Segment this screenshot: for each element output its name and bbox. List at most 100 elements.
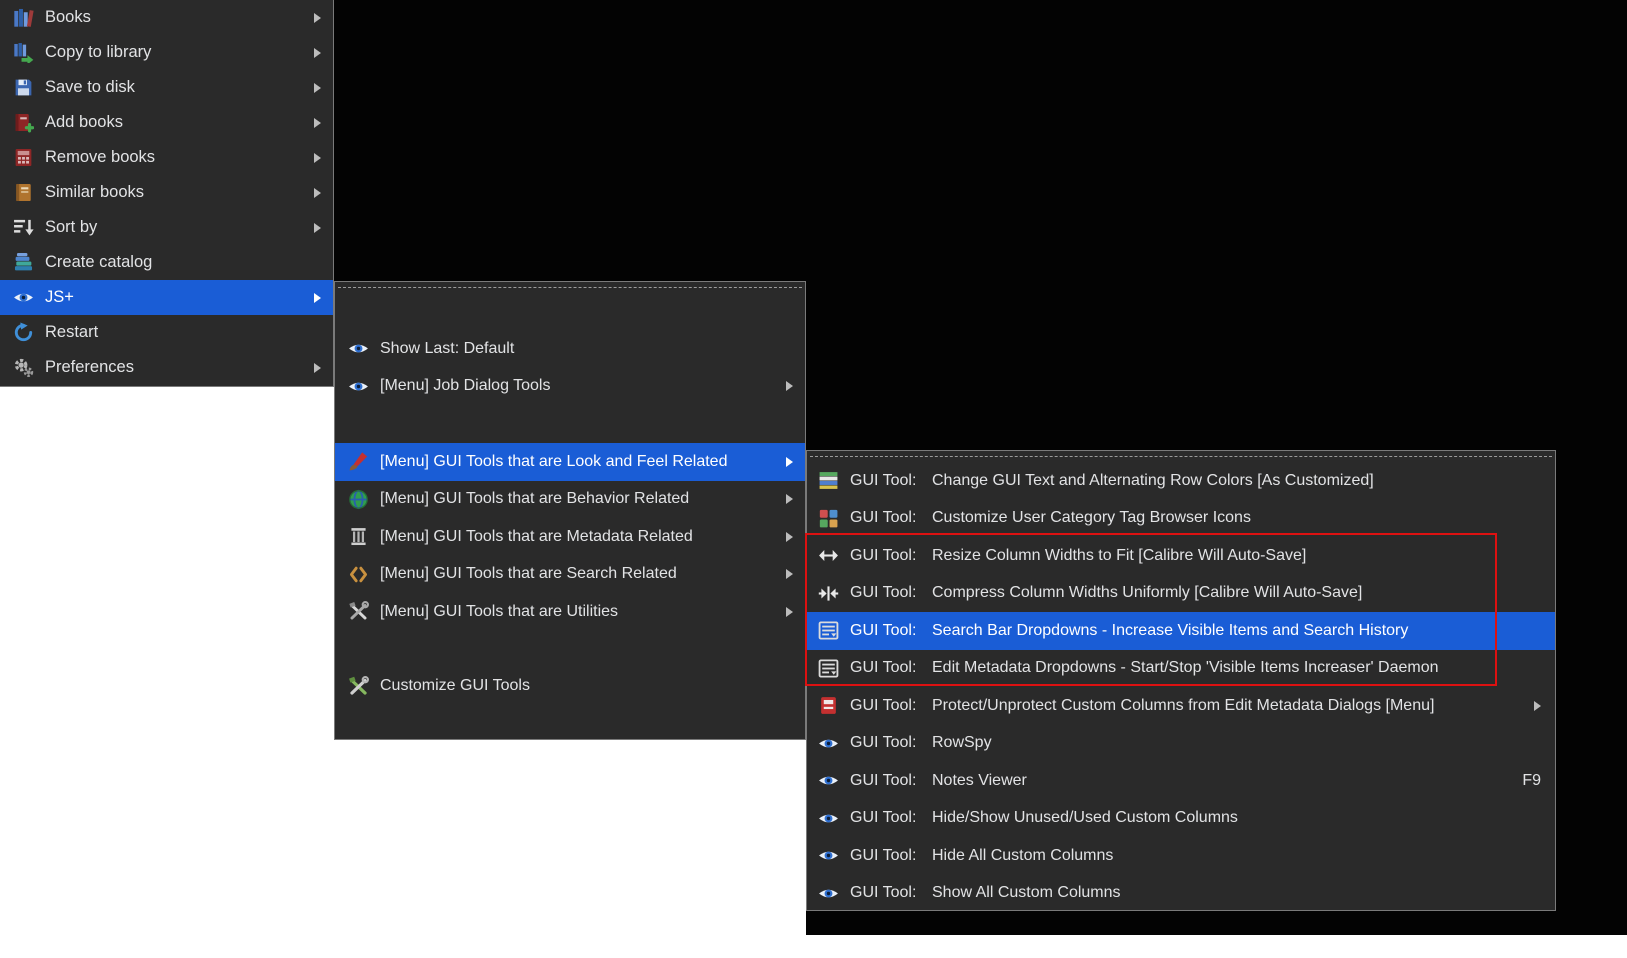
menu-item-notes-viewer[interactable]: GUI Tool: Notes Viewer F9 <box>807 762 1555 800</box>
gui-tool-prefix: GUI Tool: <box>850 884 917 902</box>
menu-item-preferences[interactable]: Preferences <box>0 350 333 385</box>
menu-item-label: JS+ <box>45 288 74 306</box>
menu-item-label: Compress Column Widths Uniformly [Calibr… <box>932 584 1363 602</box>
menu-item-label: Search Bar Dropdowns - Increase Visible … <box>932 621 1409 639</box>
menu-item-label: Notes Viewer <box>932 771 1027 789</box>
gui-tool-prefix: GUI Tool: <box>850 584 917 602</box>
menu-item-jsplus[interactable]: JS+ <box>0 280 333 315</box>
submenu-arrow-icon <box>314 82 321 93</box>
dropdown-list-icon <box>817 657 839 679</box>
preferences-gears-icon <box>12 357 34 379</box>
gui-tool-prefix: GUI Tool: <box>850 696 917 714</box>
menu-item-label: Hide All Custom Columns <box>932 846 1114 864</box>
gui-tool-prefix: GUI Tool: <box>850 621 917 639</box>
menu-item-copy-to-library[interactable]: Copy to library <box>0 35 333 70</box>
save-to-disk-icon <box>12 77 34 99</box>
menu-item-show-last-default[interactable]: Show Last: Default <box>335 330 805 368</box>
menu-item-save-to-disk[interactable]: Save to disk <box>0 70 333 105</box>
menu-item-label: RowSpy <box>932 734 992 752</box>
gui-tool-prefix: GUI Tool: <box>850 734 917 752</box>
submenu-arrow-icon <box>314 222 321 233</box>
gui-tool-prefix: GUI Tool: <box>850 509 917 527</box>
crossed-tools-icon <box>347 601 369 623</box>
menu-separator <box>335 631 805 668</box>
menu-item-label: Change GUI Text and Alternating Row Colo… <box>932 471 1374 489</box>
menu-item-books[interactable]: Books <box>0 0 333 35</box>
menu-item-edit-metadata-dropdowns[interactable]: GUI Tool: Edit Metadata Dropdowns - Star… <box>807 650 1555 688</box>
eye-icon <box>347 338 369 360</box>
submenu-arrow-icon <box>314 152 321 163</box>
submenu-arrow-icon <box>786 606 793 617</box>
menu-item-label: Books <box>45 8 91 26</box>
menu-item-label: [Menu] GUI Tools that are Search Related <box>380 565 677 583</box>
eye-icon <box>347 375 369 397</box>
create-catalog-icon <box>12 252 34 274</box>
menu-item-protect-custom-columns[interactable]: GUI Tool: Protect/Unprotect Custom Colum… <box>807 687 1555 725</box>
menu-item-label: [Menu] GUI Tools that are Behavior Relat… <box>380 490 690 508</box>
menu-item-hide-show-unused-columns[interactable]: GUI Tool: Hide/Show Unused/Used Custom C… <box>807 800 1555 838</box>
menu-item-label: Resize Column Widths to Fit [Calibre Wil… <box>932 546 1307 564</box>
menu-item-label: Restart <box>45 323 99 341</box>
menu-item-restart[interactable]: Restart <box>0 315 333 350</box>
menu-item-create-catalog[interactable]: Create catalog <box>0 245 333 280</box>
shortcut-label: F9 <box>1522 771 1541 789</box>
customize-tools-icon <box>347 675 369 697</box>
menu-item-gui-tools-search[interactable]: [Menu] GUI Tools that are Search Related <box>335 556 805 594</box>
protect-columns-icon <box>817 695 839 717</box>
menu-item-gui-tools-look-and-feel[interactable]: [Menu] GUI Tools that are Look and Feel … <box>335 443 805 481</box>
menu-gap <box>335 288 805 330</box>
menu-item-similar-books[interactable]: Similar books <box>0 175 333 210</box>
submenu-arrow-icon <box>1534 700 1541 711</box>
menu-item-job-dialog-tools[interactable]: [Menu] Job Dialog Tools <box>335 368 805 406</box>
gui-tool-prefix: GUI Tool: <box>850 546 917 564</box>
row-colors-icon <box>817 470 839 492</box>
menu-item-change-gui-text-row-colors[interactable]: GUI Tool: Change GUI Text and Alternatin… <box>807 462 1555 500</box>
menu-item-label: Customize GUI Tools <box>380 677 530 695</box>
menu-item-label: Save to disk <box>45 78 135 96</box>
gui-tool-prefix: GUI Tool: <box>850 771 917 789</box>
remove-books-icon <box>12 147 34 169</box>
submenu-arrow-icon <box>786 381 793 392</box>
menu-item-rowspy[interactable]: GUI Tool: RowSpy <box>807 725 1555 763</box>
menu-separator <box>335 405 805 443</box>
compress-width-icon <box>817 582 839 604</box>
context-menu-main: Books Copy to library Save to disk Add b… <box>0 0 334 387</box>
menu-item-sort-by[interactable]: Sort by <box>0 210 333 245</box>
menu-item-resize-column-widths[interactable]: GUI Tool: Resize Column Widths to Fit [C… <box>807 537 1555 575</box>
menu-item-gui-tools-utilities[interactable]: [Menu] GUI Tools that are Utilities <box>335 593 805 631</box>
menu-item-add-books[interactable]: Add books <box>0 105 333 140</box>
gui-tool-prefix: GUI Tool: <box>850 809 917 827</box>
eye-icon <box>817 807 839 829</box>
submenu-arrow-icon <box>786 456 793 467</box>
menu-item-label: Remove books <box>45 148 156 166</box>
submenu-arrow-icon <box>314 292 321 303</box>
menu-item-gui-tools-metadata[interactable]: [Menu] GUI Tools that are Metadata Relat… <box>335 518 805 556</box>
menu-item-label: [Menu] Job Dialog Tools <box>380 377 551 395</box>
submenu-gui-tools-look-and-feel: GUI Tool: Change GUI Text and Alternatin… <box>806 450 1556 911</box>
menu-item-gui-tools-behavior[interactable]: [Menu] GUI Tools that are Behavior Relat… <box>335 481 805 519</box>
eye-icon <box>817 882 839 904</box>
similar-books-icon <box>12 182 34 204</box>
menu-item-show-all-custom-columns[interactable]: GUI Tool: Show All Custom Columns <box>807 875 1555 913</box>
menu-item-customize-gui-tools[interactable]: Customize GUI Tools <box>335 668 805 706</box>
menu-item-remove-books[interactable]: Remove books <box>0 140 333 175</box>
menu-item-label: Show All Custom Columns <box>932 884 1121 902</box>
books-icon <box>12 7 34 29</box>
gui-tool-prefix: GUI Tool: <box>850 659 917 677</box>
menu-item-customize-tag-browser-icons[interactable]: GUI Tool: Customize User Category Tag Br… <box>807 500 1555 538</box>
menu-item-label: Sort by <box>45 218 98 236</box>
menu-item-label: Copy to library <box>45 43 152 61</box>
menu-item-hide-all-custom-columns[interactable]: GUI Tool: Hide All Custom Columns <box>807 837 1555 875</box>
submenu-arrow-icon <box>786 531 793 542</box>
eye-icon <box>817 845 839 867</box>
globe-icon <box>347 488 369 510</box>
menu-item-label: Customize User Category Tag Browser Icon… <box>932 509 1251 527</box>
submenu-arrow-icon <box>314 362 321 373</box>
eye-icon <box>817 770 839 792</box>
menu-item-search-bar-dropdowns[interactable]: GUI Tool: Search Bar Dropdowns - Increas… <box>807 612 1555 650</box>
submenu-arrow-icon <box>314 187 321 198</box>
menu-item-label: Protect/Unprotect Custom Columns from Ed… <box>932 696 1435 714</box>
submenu-arrow-icon <box>314 117 321 128</box>
submenu-arrow-icon <box>314 47 321 58</box>
menu-item-compress-column-widths[interactable]: GUI Tool: Compress Column Widths Uniform… <box>807 575 1555 613</box>
